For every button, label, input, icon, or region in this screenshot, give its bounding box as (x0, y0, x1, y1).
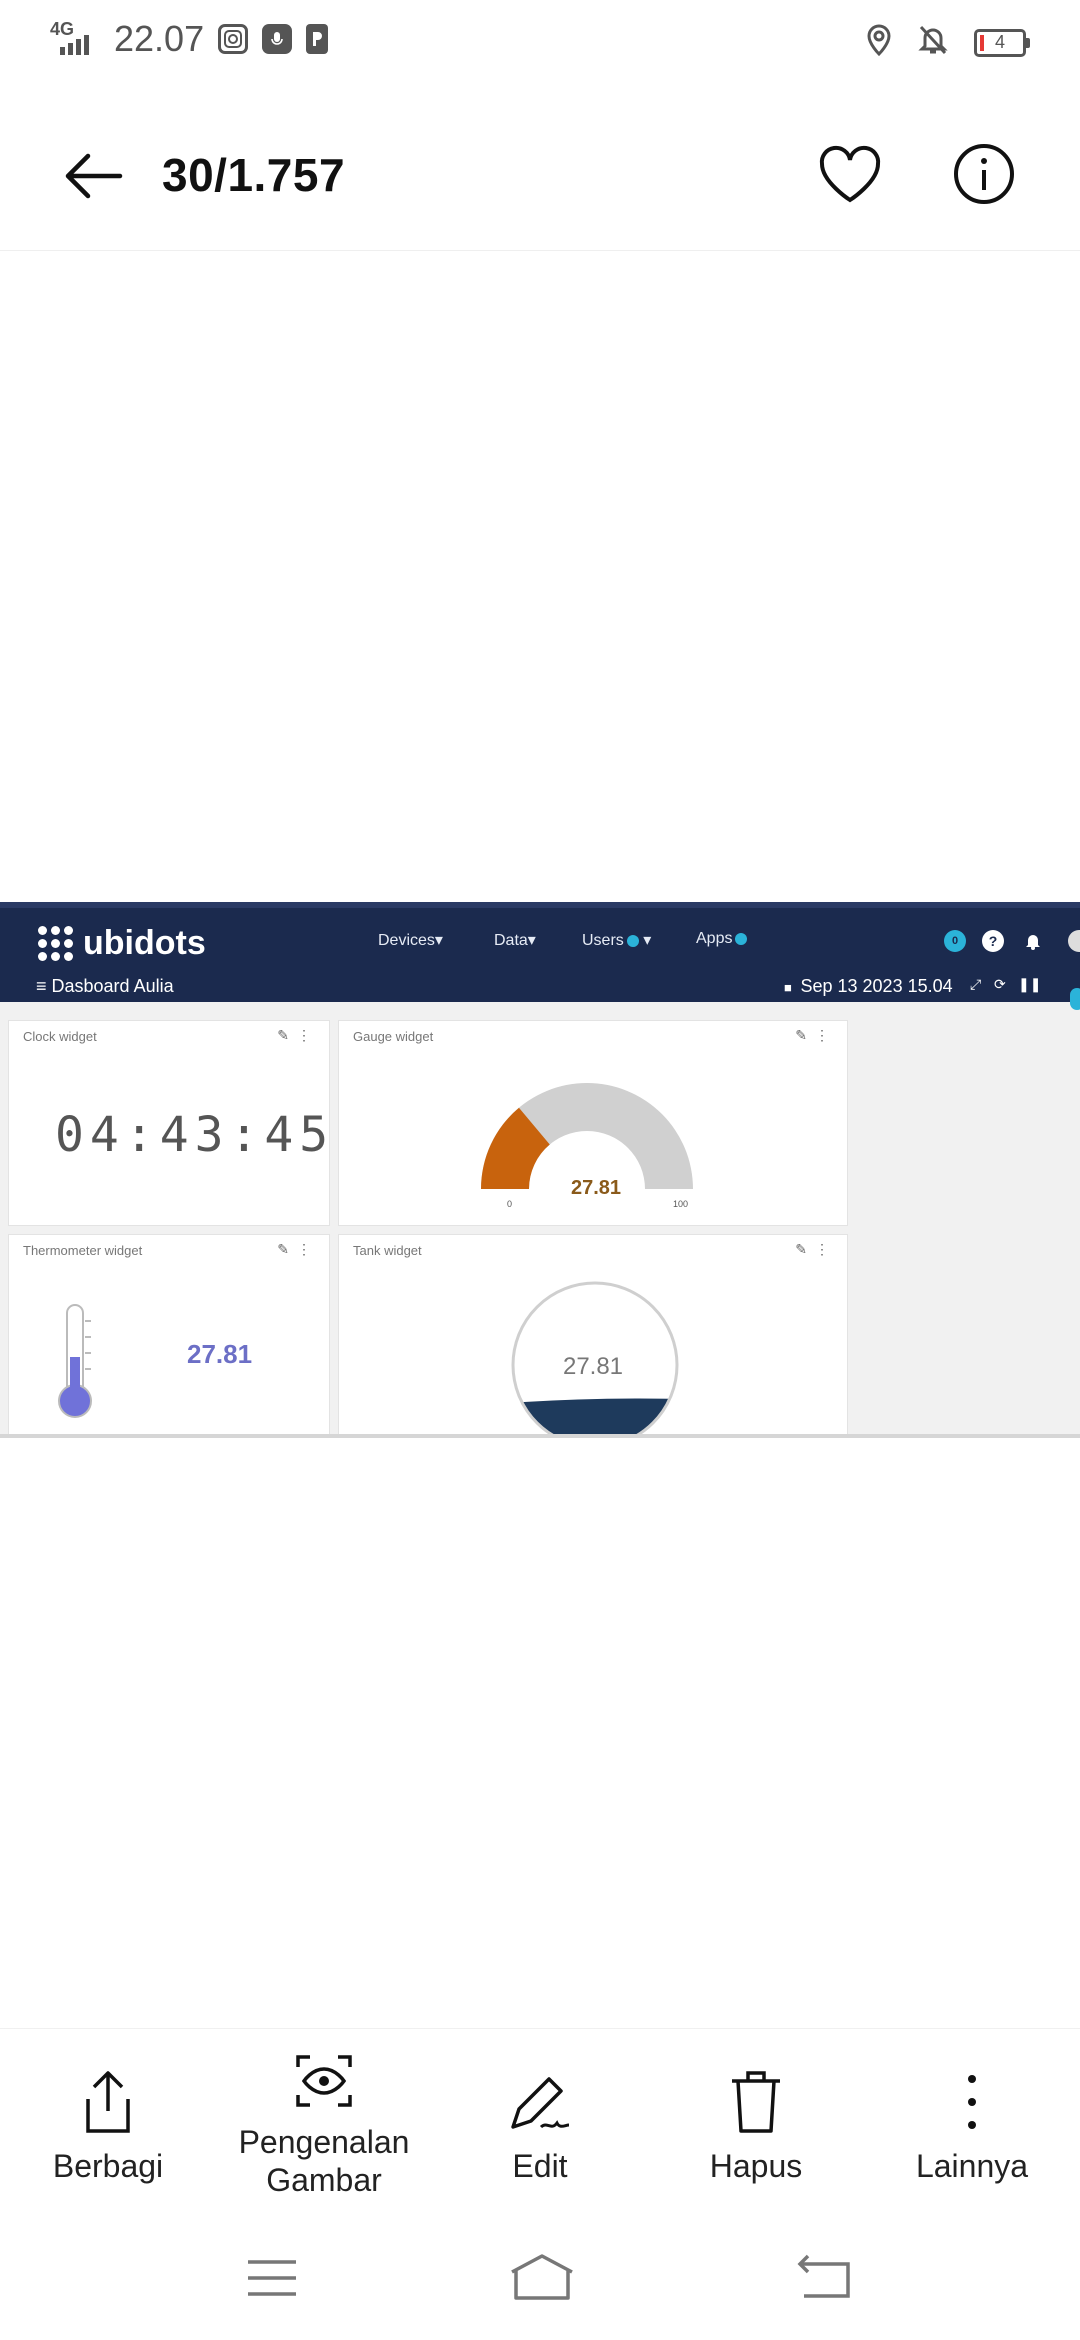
pencil-icon: ✎ (795, 1027, 815, 1043)
pencil-icon: ✎ (277, 1027, 297, 1043)
avatar-icon (1068, 930, 1080, 952)
brand-name: ubidots (83, 924, 206, 962)
edit-label: Edit (512, 2148, 568, 2184)
fullscreen-icon: ⤢ (970, 976, 982, 992)
more-button[interactable]: Lainnya (872, 2069, 1072, 2185)
location-icon (866, 24, 892, 61)
caret-down-icon: ▾ (643, 932, 652, 949)
widget-tools: ✎⋮ (795, 1241, 837, 1258)
trash-icon (732, 2071, 780, 2133)
menu-devices: Devices▾ (378, 932, 443, 949)
pause-icon: ❚❚ (1018, 976, 1042, 992)
tank-fill (513, 1398, 677, 1438)
back-button[interactable] (58, 146, 132, 206)
eye-scan-icon (296, 2055, 352, 2107)
pencil-icon: ✎ (277, 1241, 297, 1257)
more-vertical-icon (968, 2075, 976, 2129)
thermometer-widget: Thermometer widget ✎⋮ 27.81 (8, 1234, 330, 1438)
image-counter: 30/1.757 (162, 149, 346, 201)
thermometer-icon (58, 1304, 92, 1418)
status-time: 22.07 (114, 18, 205, 59)
new-dot-icon (735, 932, 748, 945)
share-icon (86, 2071, 130, 2133)
ubidots-logo: ubidots (38, 924, 206, 963)
share-label: Berbagi (52, 2148, 164, 2184)
tank-value: 27.81 (562, 1353, 624, 1380)
recents-menu-icon[interactable] (244, 2256, 300, 2300)
gauge-value: 27.81 (571, 1177, 622, 1199)
battery-icon: 4 (974, 28, 1030, 57)
network-signal-icon: 4G (50, 19, 100, 59)
info-circle-icon (954, 144, 1014, 204)
widget-title: Tank widget (353, 1243, 422, 1258)
gallery-app-bar: 30/1.757 (0, 100, 1080, 251)
home-icon[interactable] (506, 2252, 578, 2302)
info-button[interactable] (952, 142, 1016, 206)
bell-icon (1022, 930, 1044, 952)
instagram-icon (218, 24, 249, 54)
system-navigation-bar (0, 2240, 1080, 2340)
more-label: Lainnya (915, 2148, 1029, 2184)
status-bar: 4G 22.07 4 (0, 0, 1080, 84)
widget-title: Clock widget (23, 1029, 97, 1044)
widget-title: Gauge widget (353, 1029, 434, 1044)
heart-outline-icon (819, 145, 881, 203)
edit-button[interactable]: Edit (440, 2069, 640, 2185)
ubidots-logo-icon (38, 926, 73, 961)
image-recognition-button[interactable]: Pengenalan Gambar (224, 2051, 424, 2199)
delete-button[interactable]: Hapus (656, 2069, 856, 2185)
widget-tools: ✎⋮ (795, 1027, 837, 1044)
arrow-left-icon (65, 153, 123, 199)
widget-title: Thermometer widget (23, 1243, 143, 1258)
ubidots-navbar: ubidots Devices▾ Data▾ Users ▾ Apps 0 ? … (0, 902, 1080, 1002)
calendar-icon: ■ (784, 980, 796, 995)
status-right: 4 (866, 24, 1030, 61)
image-recognition-label: Pengenalan Gambar (238, 2124, 410, 2198)
clock-value: 04:43:45 (55, 1107, 335, 1163)
thermometer-value: 27.81 (187, 1339, 253, 1369)
gauge-min-label: 0 (507, 1199, 513, 1209)
status-left: 4G 22.07 (50, 18, 329, 60)
parking-app-icon (306, 24, 329, 54)
voice-recorder-icon (262, 24, 293, 54)
caret-down-icon: ▾ (434, 932, 443, 949)
more-vertical-icon: ⋮ (815, 1027, 837, 1043)
image-bottom-border (0, 1434, 1080, 1438)
share-button[interactable]: Berbagi (8, 2069, 208, 2185)
back-nav-icon[interactable] (794, 2252, 854, 2302)
more-vertical-icon: ⋮ (815, 1241, 837, 1257)
menu-data: Data▾ (494, 932, 536, 949)
notification-count-badge: 0 (944, 930, 966, 952)
widget-tools: ✎⋮ (277, 1241, 319, 1258)
more-vertical-icon: ⋮ (297, 1027, 319, 1043)
new-dot-icon (626, 934, 639, 947)
delete-label: Hapus (709, 2148, 803, 2184)
photo-content[interactable]: ubidots Devices▾ Data▾ Users ▾ Apps 0 ? … (0, 902, 1080, 1438)
caret-down-icon: ▾ (527, 932, 536, 949)
menu-apps: Apps (696, 930, 748, 948)
refresh-icon: ⟳ (994, 976, 1006, 992)
gauge-widget: Gauge widget ✎⋮ 27.81 0 100 (338, 1020, 848, 1226)
dashboard-subbar: ≡ Dasboard Aulia ■ Sep 13 2023 15.04 ⤢ ⟳… (0, 966, 1080, 1008)
photo-action-bar: Berbagi Pengenalan Gambar Edit Hapus Lai… (0, 2028, 1080, 2229)
battery-level: 4 (994, 32, 1005, 52)
menu-users: Users ▾ (582, 932, 652, 949)
gauge-max-label: 100 (673, 1199, 689, 1209)
notifications-off-icon (918, 24, 948, 61)
hamburger-icon: ≡ (36, 976, 52, 996)
more-vertical-icon: ⋮ (297, 1241, 319, 1257)
pencil-icon: ✎ (795, 1241, 815, 1257)
pen-edit-icon (511, 2077, 570, 2129)
help-icon: ? (982, 930, 1004, 952)
side-handle-icon (1070, 988, 1080, 1010)
dashboard-date: ■ Sep 13 2023 15.04 (784, 976, 953, 996)
tank-widget: Tank widget ✎⋮ 27.81 (338, 1234, 848, 1438)
dashboard-title: ≡ Dasboard Aulia (36, 976, 174, 996)
widget-tools: ✎⋮ (277, 1027, 319, 1044)
clock-widget: Clock widget ✎⋮ 04:43:45 (8, 1020, 330, 1226)
favorite-button[interactable] (816, 142, 884, 210)
